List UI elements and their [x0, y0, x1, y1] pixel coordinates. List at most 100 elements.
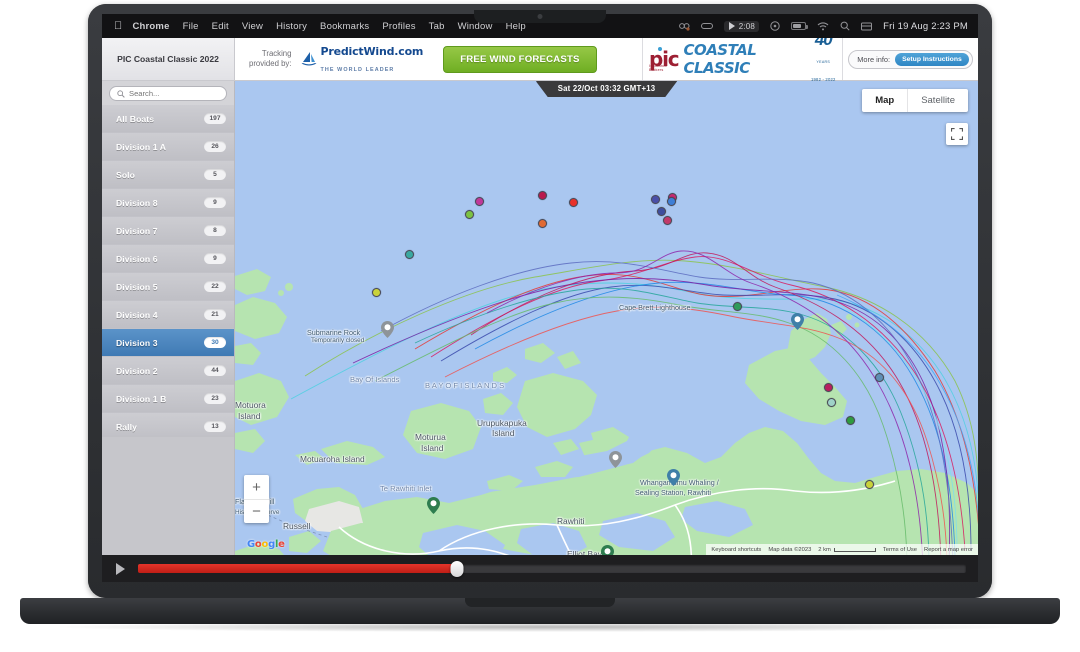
- map-timestamp: Sat 22/Oct 03:32 GMT+13: [536, 81, 678, 97]
- map-type-map[interactable]: Map: [862, 89, 907, 112]
- sidebar-filler: [102, 437, 234, 555]
- search-box[interactable]: [109, 86, 227, 101]
- play-icon[interactable]: [102, 562, 138, 575]
- sidebar-item-division-1-b[interactable]: Division 1 B 23: [102, 385, 234, 413]
- boat-marker[interactable]: [651, 195, 660, 204]
- boat-marker[interactable]: [733, 302, 742, 311]
- setup-instructions-button[interactable]: Setup Instructions: [895, 52, 969, 66]
- anniversary-years-label: YEARS: [816, 60, 831, 64]
- menu-item-edit[interactable]: Edit: [212, 21, 229, 32]
- boat-marker[interactable]: [865, 480, 874, 489]
- menu-item-bookmarks[interactable]: Bookmarks: [320, 21, 369, 32]
- map-type-toggle[interactable]: Map Satellite: [862, 89, 968, 112]
- sidebar-item-division-8[interactable]: Division 8 9: [102, 189, 234, 217]
- zoom-out-button[interactable]: −: [244, 499, 269, 523]
- boat-marker[interactable]: [827, 398, 836, 407]
- map-poi-pin-icon[interactable]: [609, 451, 622, 468]
- menu-item-file[interactable]: File: [183, 21, 199, 32]
- boat-marker[interactable]: [875, 373, 884, 382]
- report-map-error-link[interactable]: Report a map error: [924, 547, 973, 553]
- boat-marker[interactable]: [846, 416, 855, 425]
- tracker-app: PIC Coastal Classic 2022 Tracking provid…: [102, 31, 978, 582]
- battery-status[interactable]: 2:08: [723, 20, 760, 32]
- boat-marker[interactable]: [569, 198, 578, 207]
- map-scale: 2 km: [818, 547, 876, 553]
- playback-bar: [102, 555, 978, 582]
- division-name: Division 6: [116, 253, 158, 264]
- free-wind-forecasts-button[interactable]: FREE WIND FORECASTS: [443, 45, 597, 73]
- timeline-slider[interactable]: [138, 560, 966, 577]
- menu-item-history[interactable]: History: [276, 21, 307, 32]
- keyboard-shortcuts-link[interactable]: Keyboard shortcuts: [711, 547, 761, 553]
- screen-share-icon[interactable]: [678, 22, 690, 31]
- map-type-satellite[interactable]: Satellite: [907, 89, 968, 112]
- boat-marker[interactable]: [657, 207, 666, 216]
- search-input[interactable]: [129, 89, 219, 98]
- control-center-icon[interactable]: [770, 21, 780, 31]
- division-count-badge: 9: [204, 253, 226, 264]
- fullscreen-icon[interactable]: [946, 123, 968, 145]
- division-name: All Boats: [116, 113, 155, 124]
- menu-item-tab[interactable]: Tab: [429, 21, 445, 32]
- boat-marker[interactable]: [465, 210, 474, 219]
- predictwind-name: PredictWind.com: [320, 45, 424, 58]
- zoom-in-button[interactable]: +: [244, 475, 269, 499]
- app-main: All Boats 197 Division 1 A 26 Solo 5 Division …: [102, 81, 978, 555]
- spotlight-icon[interactable]: [840, 21, 850, 31]
- apple-logo-icon[interactable]: : [114, 20, 122, 32]
- anniversary-badge: 40 YEARS 1982 - 2022: [811, 31, 836, 86]
- boat-marker[interactable]: [405, 250, 414, 259]
- menu-item-profiles[interactable]: Profiles: [382, 21, 415, 32]
- sidebar-item-solo[interactable]: Solo 5: [102, 161, 234, 189]
- menu-item-chrome[interactable]: Chrome: [132, 21, 169, 32]
- sidebar-item-all-boats[interactable]: All Boats 197: [102, 105, 234, 133]
- sidebar-item-division-5[interactable]: Division 5 22: [102, 273, 234, 301]
- menubar-clock[interactable]: Fri 19 Aug 2:23 PM: [883, 21, 968, 32]
- predictwind-logo[interactable]: PredictWind.com THE WORLD LEADER: [301, 43, 423, 75]
- sidebar-item-division-1-a[interactable]: Division 1 A 26: [102, 133, 234, 161]
- division-list: All Boats 197 Division 1 A 26 Solo 5 Division …: [102, 105, 234, 437]
- page-title: PIC Coastal Classic 2022: [102, 38, 235, 80]
- search-area: [102, 81, 234, 105]
- event-brand-logo: pic Insurance Brokers COASTAL CLASSIC 40…: [643, 31, 843, 82]
- division-name: Division 1 A: [116, 141, 167, 152]
- sidebar-item-division-4[interactable]: Division 4 21: [102, 301, 234, 329]
- sidebar-item-rally[interactable]: Rally 13: [102, 413, 234, 437]
- notification-icon[interactable]: [861, 22, 873, 31]
- map-poi-pin-icon[interactable]: [381, 321, 394, 338]
- zoom-control[interactable]: + −: [244, 475, 269, 523]
- capsule-icon[interactable]: [700, 22, 713, 30]
- laptop-base-notch: [465, 598, 615, 607]
- coastal-classic-wordmark: COASTAL CLASSIC: [683, 41, 757, 77]
- sidebar-item-division-3[interactable]: Division 3 30: [102, 329, 234, 357]
- division-count-badge: 23: [204, 393, 226, 404]
- boat-marker[interactable]: [475, 197, 484, 206]
- map-scale-label: 2 km: [818, 546, 831, 553]
- map-poi-pin-icon[interactable]: [791, 313, 804, 330]
- map-poi-pin-icon[interactable]: [601, 545, 614, 555]
- tracking-label-line1: Tracking: [261, 49, 292, 59]
- boat-marker[interactable]: [538, 219, 547, 228]
- battery-icon[interactable]: [791, 22, 809, 30]
- sidebar-item-division-6[interactable]: Division 6 9: [102, 245, 234, 273]
- wifi-icon[interactable]: [817, 21, 829, 31]
- boat-marker[interactable]: [538, 191, 547, 200]
- map-canvas[interactable]: .land { fill:#b6e4b0; } .landdk { fill:#…: [235, 81, 978, 555]
- sidebar-item-division-2[interactable]: Division 2 44: [102, 357, 234, 385]
- boat-marker[interactable]: [824, 383, 833, 392]
- map-poi-pin-icon[interactable]: [667, 469, 680, 486]
- pic-logo: pic Insurance Brokers: [649, 47, 680, 72]
- terms-of-use-link[interactable]: Terms of Use: [883, 547, 917, 553]
- division-count-badge: 13: [204, 421, 226, 432]
- boat-marker[interactable]: [667, 197, 676, 206]
- promo-banner: Tracking provided by: PredictWind.com TH…: [235, 38, 643, 80]
- timeline-handle[interactable]: [450, 560, 464, 577]
- menu-item-view[interactable]: View: [242, 21, 263, 32]
- more-info-pill: More info: Setup Instructions: [848, 49, 973, 69]
- map-poi-pin-icon[interactable]: [427, 497, 440, 514]
- map-data-text: Map data ©2023: [768, 546, 812, 553]
- boat-marker[interactable]: [372, 288, 381, 297]
- sidebar-item-division-7[interactable]: Division 7 8: [102, 217, 234, 245]
- boat-marker[interactable]: [663, 216, 672, 225]
- more-info-label: More info:: [857, 54, 891, 64]
